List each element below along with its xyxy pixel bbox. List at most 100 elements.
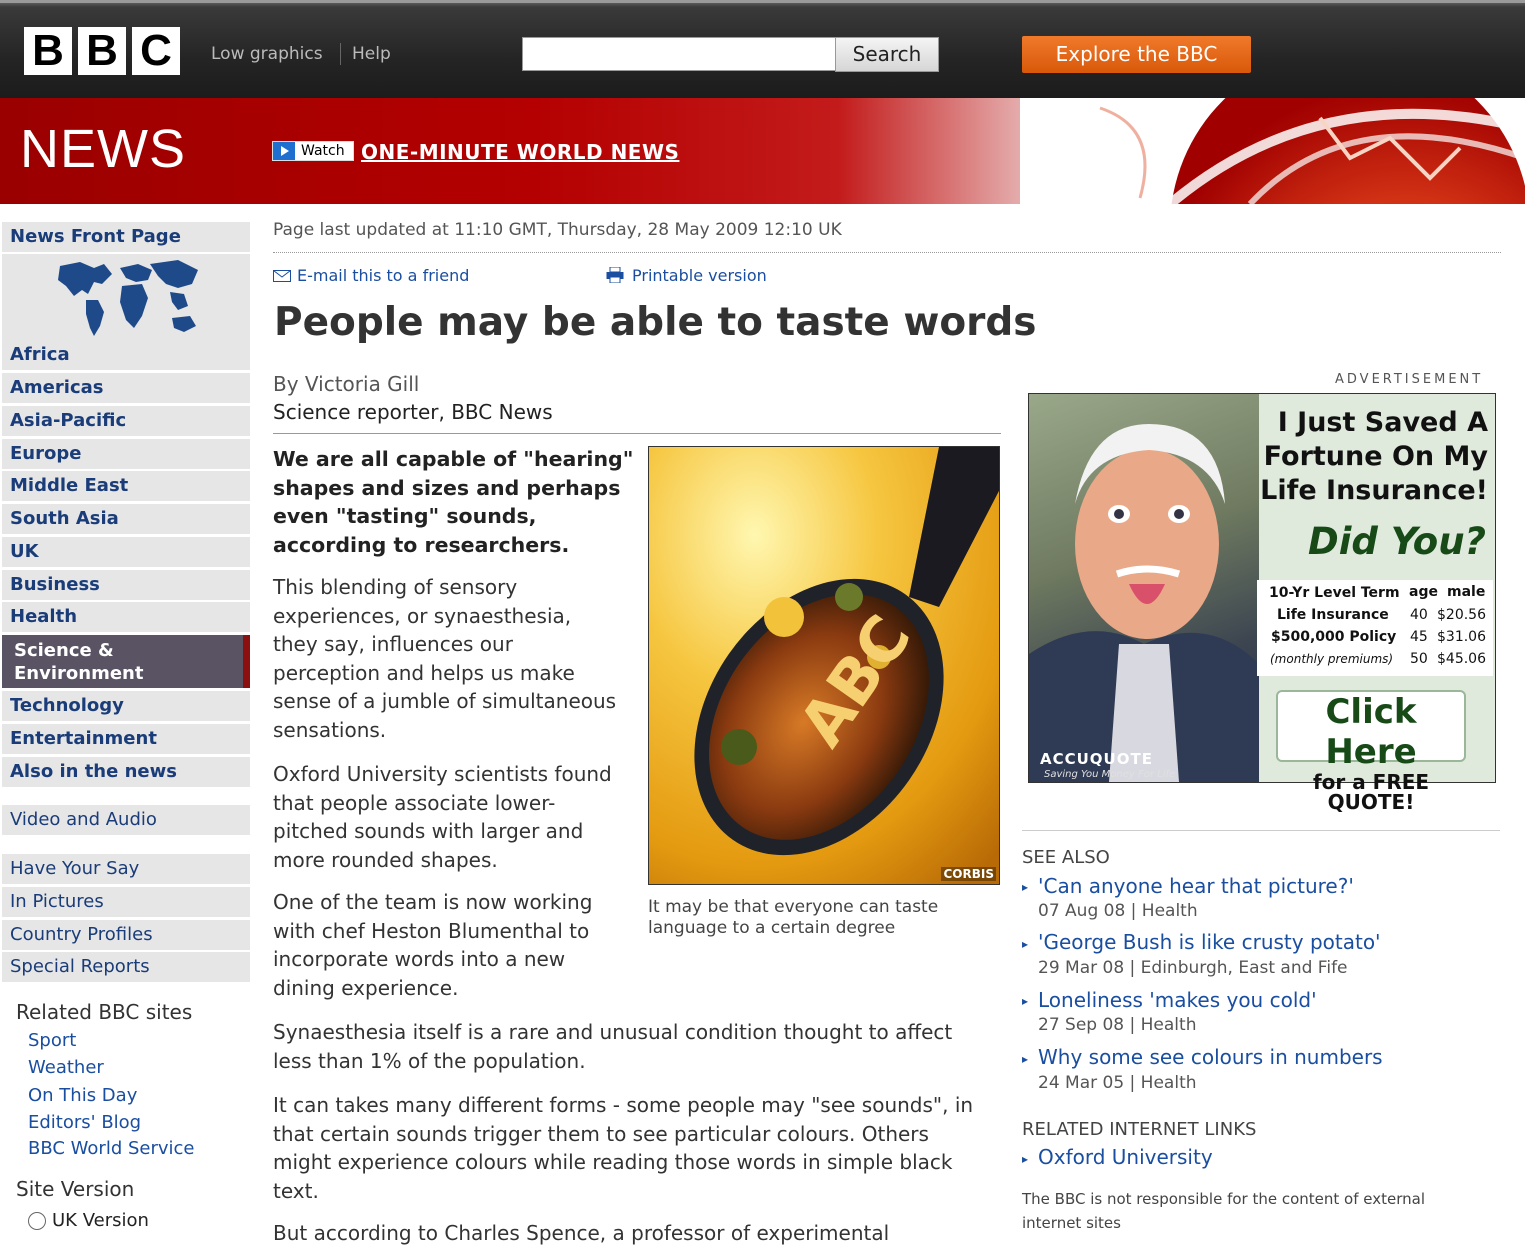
see-also-link[interactable]: 'George Bush is like crusty potato' — [1038, 930, 1381, 954]
photo-credit: CORBIS — [941, 867, 996, 881]
ad-table-header: age — [1409, 584, 1438, 600]
nav-africa[interactable]: Africa — [2, 340, 250, 370]
bbc-logo[interactable]: B B C — [24, 27, 180, 75]
text-line: language to a certain degree — [648, 918, 896, 938]
nav-uk[interactable]: UK — [2, 537, 250, 567]
oxford-university-link[interactable]: Oxford University — [1038, 1145, 1213, 1169]
see-also-link[interactable]: Loneliness 'makes you cold' — [1038, 988, 1317, 1012]
nav-in-pictures[interactable]: In Pictures — [2, 887, 250, 917]
bbc-globe-graphic — [1020, 98, 1525, 204]
nav-science-label-line2: Environment — [14, 663, 144, 684]
bullet-arrow-icon: ▸ — [1022, 1152, 1029, 1166]
text-line: internet sites — [1022, 1214, 1121, 1232]
text-line: sense of a jumble of simultaneous — [273, 689, 617, 713]
ad-man-photo — [1029, 394, 1259, 782]
text-line: might experience colours while reading t… — [273, 1150, 953, 1174]
ad-table-cell: 40 — [1410, 607, 1428, 623]
one-minute-world-news-link[interactable]: ONE-MINUTE WORLD NEWS — [361, 140, 679, 164]
nav-country-profiles[interactable]: Country Profiles — [2, 920, 250, 950]
ad-table-cell: $500,000 Policy — [1271, 629, 1397, 645]
text-line: Life Insurance! — [1260, 475, 1488, 506]
author: By Victoria Gill — [273, 372, 420, 396]
help-link[interactable]: Help — [352, 44, 391, 64]
text-line: with chef Heston Blumenthal to — [273, 918, 590, 943]
play-icon — [273, 142, 295, 160]
nav-business[interactable]: Business — [2, 570, 250, 600]
nav-science-environment[interactable]: Science & Environment — [2, 635, 250, 688]
nav-europe[interactable]: Europe — [2, 439, 250, 469]
divider — [1022, 830, 1500, 831]
nav-video-and-audio[interactable]: Video and Audio — [2, 805, 250, 835]
watch-tag[interactable]: Watch — [272, 141, 354, 161]
text-line: even "tasting" sounds, — [273, 504, 537, 528]
text-line: The BBC is not responsible for the conte… — [1022, 1190, 1425, 1208]
uk-version-label: UK Version — [52, 1210, 149, 1231]
related-link-world-service[interactable]: BBC World Service — [28, 1138, 195, 1159]
nav-americas[interactable]: Americas — [2, 373, 250, 403]
printer-icon — [606, 266, 624, 284]
printable-version-label: Printable version — [632, 266, 767, 285]
nav-also-in-the-news[interactable]: Also in the news — [2, 757, 250, 787]
bbc-logo-letter: C — [132, 27, 180, 75]
alphabet-soup-spoon-image: ABC — [649, 447, 999, 884]
ad-click-here-button[interactable]: Click Here for a FREE QUOTE! — [1276, 690, 1466, 812]
accuquote-logo: ACCUQUOTE — [1040, 750, 1153, 768]
low-graphics-link[interactable]: Low graphics — [211, 44, 323, 64]
text-line: Oxford University scientists found — [273, 762, 612, 786]
ad-headline: I Just Saved A Fortune On My Life Insura… — [1238, 406, 1488, 508]
printable-version-link[interactable]: Printable version — [606, 266, 767, 285]
nav-news-front-page[interactable]: News Front Page — [2, 222, 250, 252]
related-sites-heading: Related BBC sites — [16, 1000, 193, 1024]
bbc-logo-letter: B — [78, 27, 126, 75]
text-line: I Just Saved A — [1277, 407, 1488, 438]
text-line: text. — [273, 1178, 319, 1203]
news-title[interactable]: NEWS — [20, 118, 186, 180]
paragraph: This blending of sensory experiences, or… — [273, 573, 616, 744]
nav-south-asia[interactable]: South Asia — [2, 504, 250, 534]
bullet-arrow-icon: ▸ — [1022, 880, 1029, 894]
related-link-weather[interactable]: Weather — [28, 1057, 104, 1078]
see-also-meta: 24 Mar 05 | Health — [1038, 1073, 1197, 1093]
uk-version-radio[interactable] — [28, 1212, 46, 1230]
see-also-meta: 27 Sep 08 | Health — [1038, 1015, 1197, 1035]
ad-table-cell: 50 — [1410, 651, 1428, 667]
see-also-link[interactable]: 'Can anyone hear that picture?' — [1038, 874, 1354, 898]
explore-bbc-button[interactable]: Explore the BBC — [1022, 36, 1251, 73]
site-version-heading: Site Version — [16, 1177, 135, 1201]
related-link-on-this-day[interactable]: On This Day — [28, 1085, 137, 1106]
related-link-editors-blog[interactable]: Editors' Blog — [28, 1112, 141, 1133]
article-headline: People may be able to taste words — [274, 300, 1037, 345]
text-line: shapes and sizes and perhaps — [273, 475, 621, 500]
article-photo: ABC CORBIS — [648, 446, 1000, 885]
text-line: dining experience. — [273, 975, 459, 1000]
text-line: that people associate lower- — [273, 790, 556, 815]
old-man-face-image — [1029, 424, 1259, 782]
text-line: that certain sounds trigger them to see … — [273, 1121, 929, 1146]
bbc-logo-letter: B — [24, 27, 72, 75]
see-also-meta: 29 Mar 08 | Edinburgh, East and Fife — [1038, 958, 1348, 978]
text-line: they say, influences our — [273, 632, 513, 656]
search-button[interactable]: Search — [835, 37, 939, 72]
ad-tagline: Saving You Money For Life — [1044, 769, 1176, 780]
search-input[interactable] — [522, 37, 836, 71]
text-line: incorporate words into a new — [273, 947, 566, 971]
nav-middle-east[interactable]: Middle East — [2, 471, 250, 501]
nav-have-your-say[interactable]: Have Your Say — [2, 854, 250, 884]
ad-table-cell: $31.06 — [1437, 629, 1486, 645]
envelope-icon — [273, 270, 291, 282]
nav-asia-pacific[interactable]: Asia-Pacific — [2, 406, 250, 436]
ad-table-cell: $20.56 — [1437, 607, 1486, 623]
nav-health[interactable]: Health — [2, 602, 250, 632]
email-friend-link[interactable]: E-mail this to a friend — [273, 266, 469, 285]
bbc-top-bar: B B C Low graphics Help Search Explore t… — [0, 0, 1525, 98]
related-link-sport[interactable]: Sport — [28, 1030, 76, 1051]
ad-rate-table: 10-Yr Level Term Life Insurance $500,000… — [1257, 580, 1493, 676]
nav-entertainment[interactable]: Entertainment — [2, 724, 250, 754]
see-also-link[interactable]: Why some see colours in numbers — [1038, 1045, 1383, 1069]
nav-special-reports[interactable]: Special Reports — [2, 952, 250, 982]
paragraph: It can takes many different forms - some… — [273, 1091, 973, 1205]
watch-label: Watch — [301, 143, 345, 159]
paragraph: But according to Charles Spence, a profe… — [273, 1221, 890, 1245]
nav-technology[interactable]: Technology — [2, 691, 250, 721]
ad-table-cell: $45.06 — [1437, 651, 1486, 667]
